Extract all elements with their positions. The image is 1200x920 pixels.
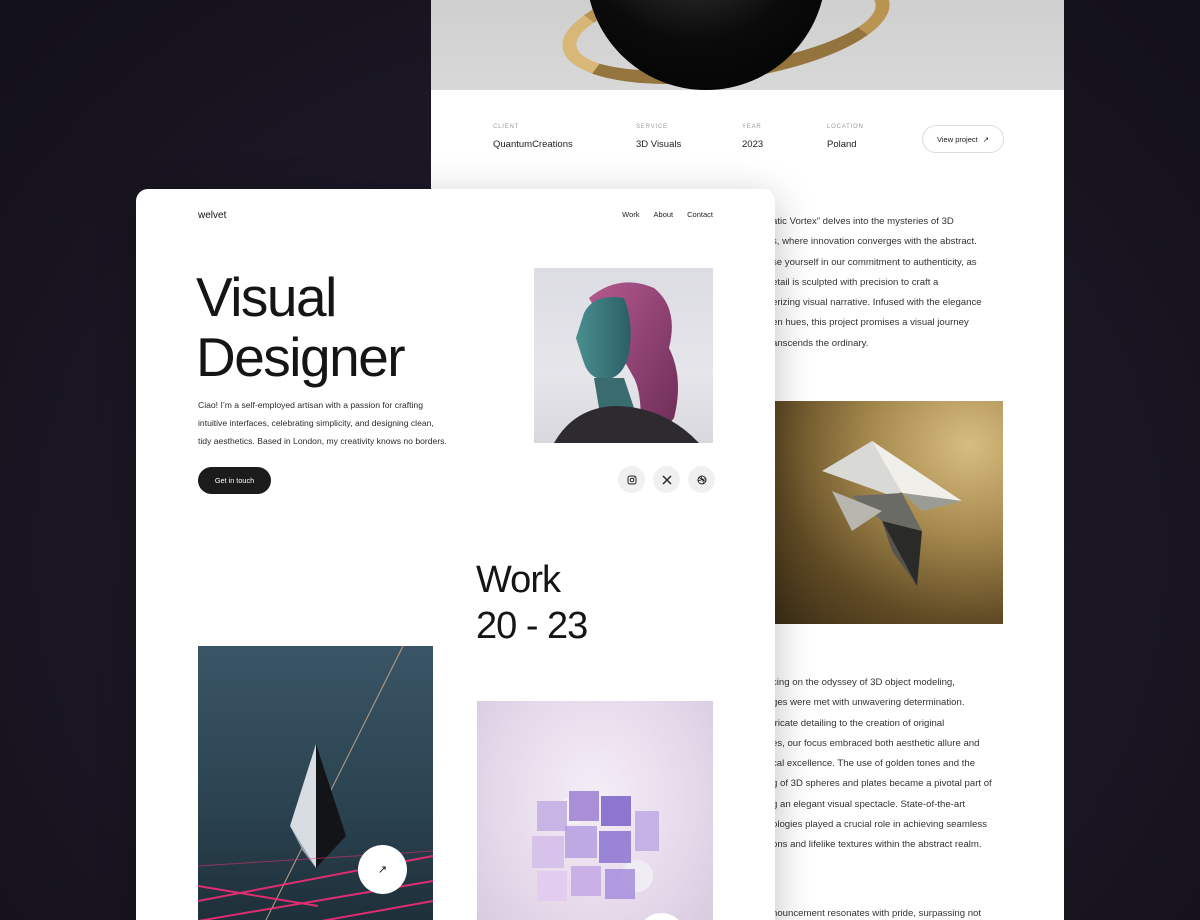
- dribbble-icon[interactable]: [688, 466, 715, 493]
- main-nav: Work About Contact: [622, 210, 713, 219]
- open-project-button[interactable]: ↗: [358, 845, 407, 894]
- meta-service: SERVICE 3D Visuals: [636, 124, 682, 150]
- arrow-up-right-icon: ↗: [982, 134, 989, 144]
- instagram-icon[interactable]: [618, 466, 645, 493]
- project-meta: CLIENT QuantumCreations SERVICE 3D Visua…: [493, 124, 1004, 164]
- nav-contact[interactable]: Contact: [687, 210, 713, 219]
- view-project-button[interactable]: View project ↗: [922, 125, 1004, 153]
- nav-about[interactable]: About: [654, 210, 674, 219]
- social-links: [618, 466, 715, 493]
- hero-sphere-image: [431, 0, 1064, 90]
- meta-year: YEAR 2023: [742, 124, 764, 150]
- meta-client: CLIENT QuantumCreations: [493, 124, 573, 150]
- site-logo[interactable]: welvet: [198, 210, 226, 221]
- project-description-2: cing on the odyssey of 3D object modelin…: [772, 677, 992, 851]
- golden-origami-image: [772, 401, 1003, 624]
- intro-text: Ciao! I’m a self-employed artisan with a…: [198, 400, 447, 446]
- work-section-title: Work 20 - 23: [476, 559, 588, 647]
- project-description-1: atic Vortex” delves into the mysteries o…: [772, 216, 982, 349]
- nav-work[interactable]: Work: [622, 210, 639, 219]
- portrait-image: [534, 268, 713, 443]
- hero-title: Visual Designer: [196, 266, 406, 388]
- work-card-pyramid[interactable]: ↗: [198, 646, 433, 920]
- work-card-cube[interactable]: ↗: [477, 701, 713, 920]
- get-in-touch-button[interactable]: Get in touch: [198, 467, 271, 494]
- portfolio-home-card: welvet Work About Contact Visual Designe…: [136, 189, 775, 920]
- x-icon[interactable]: [653, 466, 680, 493]
- arrow-up-right-icon: ↗: [377, 864, 388, 876]
- meta-location: LOCATION Poland: [827, 124, 864, 150]
- project-description-3: nouncement resonates with pride, surpass…: [772, 908, 982, 919]
